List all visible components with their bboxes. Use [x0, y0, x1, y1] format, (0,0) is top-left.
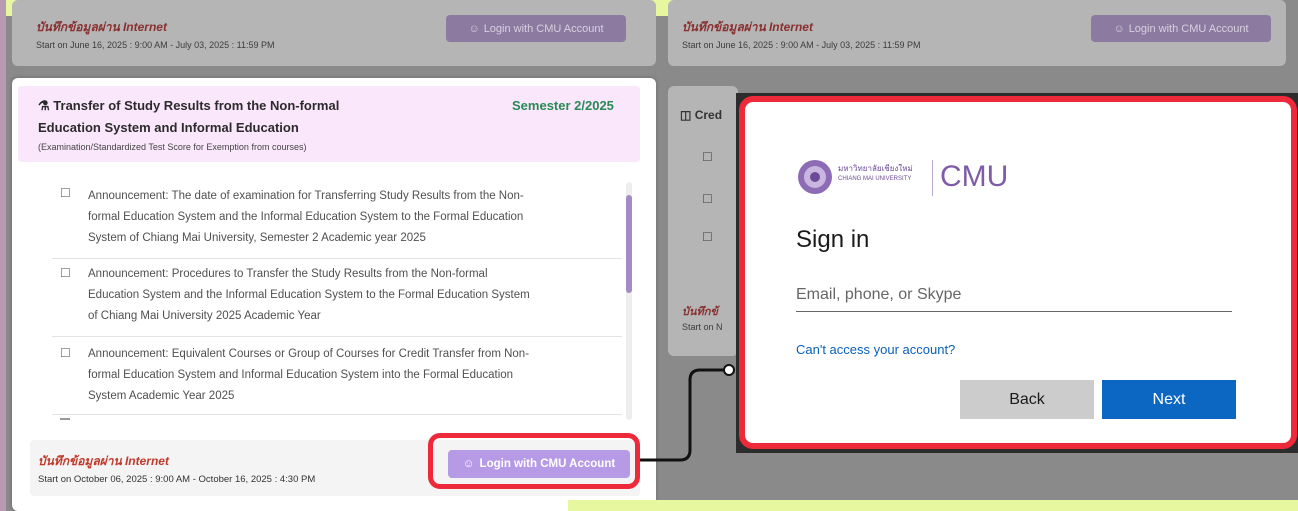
bookmark-icon: ☐ [60, 186, 71, 200]
logo-thai: มหาวิทยาลัยเชียงใหม่ [838, 164, 913, 173]
divider [52, 258, 622, 259]
bookmark-icon: ☐ [702, 192, 713, 206]
bookmark-icon: ☐ [702, 230, 713, 244]
card-title-line1: Transfer of Study Results from the Non-f… [53, 98, 340, 113]
bg-right-status-partial: บันทึกข้ [682, 306, 718, 318]
announcement-line: Announcement: The date of examination fo… [88, 190, 524, 202]
divider [52, 336, 622, 337]
announcement-item[interactable]: Announcement: The date of examination fo… [88, 186, 628, 249]
login-highlight-box [428, 433, 640, 489]
credit-icon: ◫ [680, 108, 692, 122]
bookmark-icon: ☐ [60, 346, 71, 360]
semester-label: Semester 2/2025 [512, 98, 614, 113]
bg-right-status: บันทึกข้อมูลผ่าน Internet [682, 20, 813, 34]
card-title-line2: Education System and Informal Education [38, 120, 299, 135]
bg-left-dates: Start on June 16, 2025 : 9:00 AM - July … [36, 40, 275, 50]
card-subtitle: (Examination/Standardized Test Score for… [38, 142, 307, 152]
cant-access-link[interactable]: Can't access your account? [796, 342, 955, 357]
highlight-banner-bottom [568, 500, 1298, 511]
announcement-line: of Chiang Mai University 2025 Academic Y… [88, 310, 321, 322]
announcement-line: formal Education System and the Informal… [88, 211, 524, 223]
announcement-line: formal Education System and Informal Edu… [88, 369, 514, 381]
partial-bookmark-icon [60, 418, 70, 420]
bg-left-login-button[interactable]: ☺ Login with CMU Account [446, 15, 626, 42]
cmu-brand: CMU [940, 160, 1009, 193]
next-button[interactable]: Next [1102, 380, 1236, 419]
email-input[interactable] [796, 278, 1232, 312]
footer-status: บันทึกข้อมูลผ่าน Internet [38, 454, 169, 468]
bg-right-dates: Start on June 16, 2025 : 9:00 AM - July … [682, 40, 921, 50]
card-title: ⚗ Transfer of Study Results from the Non… [38, 96, 339, 116]
signin-heading: Sign in [796, 226, 870, 253]
bookmark-icon: ☐ [702, 150, 713, 164]
announcement-line: Education System and the Informal Educat… [88, 289, 530, 301]
announcement-line: Announcement: Procedures to Transfer the… [88, 268, 488, 280]
footer-dates: Start on October 06, 2025 : 9:00 AM - Oc… [38, 474, 316, 485]
announcement-item[interactable]: Announcement: Equivalent Courses or Grou… [88, 344, 628, 407]
announcement-item[interactable]: Announcement: Procedures to Transfer the… [88, 264, 628, 327]
bg-right-login-label: Login with CMU Account [1128, 22, 1249, 35]
bg-right-login-button[interactable]: ☺ Login with CMU Account [1091, 15, 1271, 42]
left-border-strip [0, 0, 6, 511]
cmu-seal-icon [798, 160, 832, 194]
transfer-icon: ⚗ [38, 98, 50, 113]
divider [52, 414, 622, 415]
announcement-line: Announcement: Equivalent Courses or Grou… [88, 348, 530, 360]
connector-line [640, 364, 735, 462]
back-button[interactable]: Back [960, 380, 1094, 419]
cmu-logo-text: มหาวิทยาลัยเชียงใหม่ CHIANG MAI UNIVERSI… [838, 164, 913, 184]
bookmark-icon: ☐ [60, 266, 71, 280]
bg-right-section-title: Cred [694, 108, 723, 122]
logo-en: CHIANG MAI UNIVERSITY [838, 176, 912, 182]
scrollbar-thumb[interactable] [626, 195, 632, 293]
bg-right-section: ◫ Cred [680, 108, 722, 122]
announcement-line: System Academic Year 2025 [88, 390, 235, 402]
logo-divider [932, 160, 933, 196]
bg-right-dates-partial: Start on N [682, 322, 723, 332]
bg-left-login-label: Login with CMU Account [483, 22, 604, 35]
user-icon: ☺ [468, 22, 480, 35]
announcement-line: System of Chiang Mai University, Semeste… [88, 232, 426, 244]
bg-left-status: บันทึกข้อมูลผ่าน Internet [36, 20, 167, 34]
user-icon: ☺ [1113, 22, 1125, 35]
